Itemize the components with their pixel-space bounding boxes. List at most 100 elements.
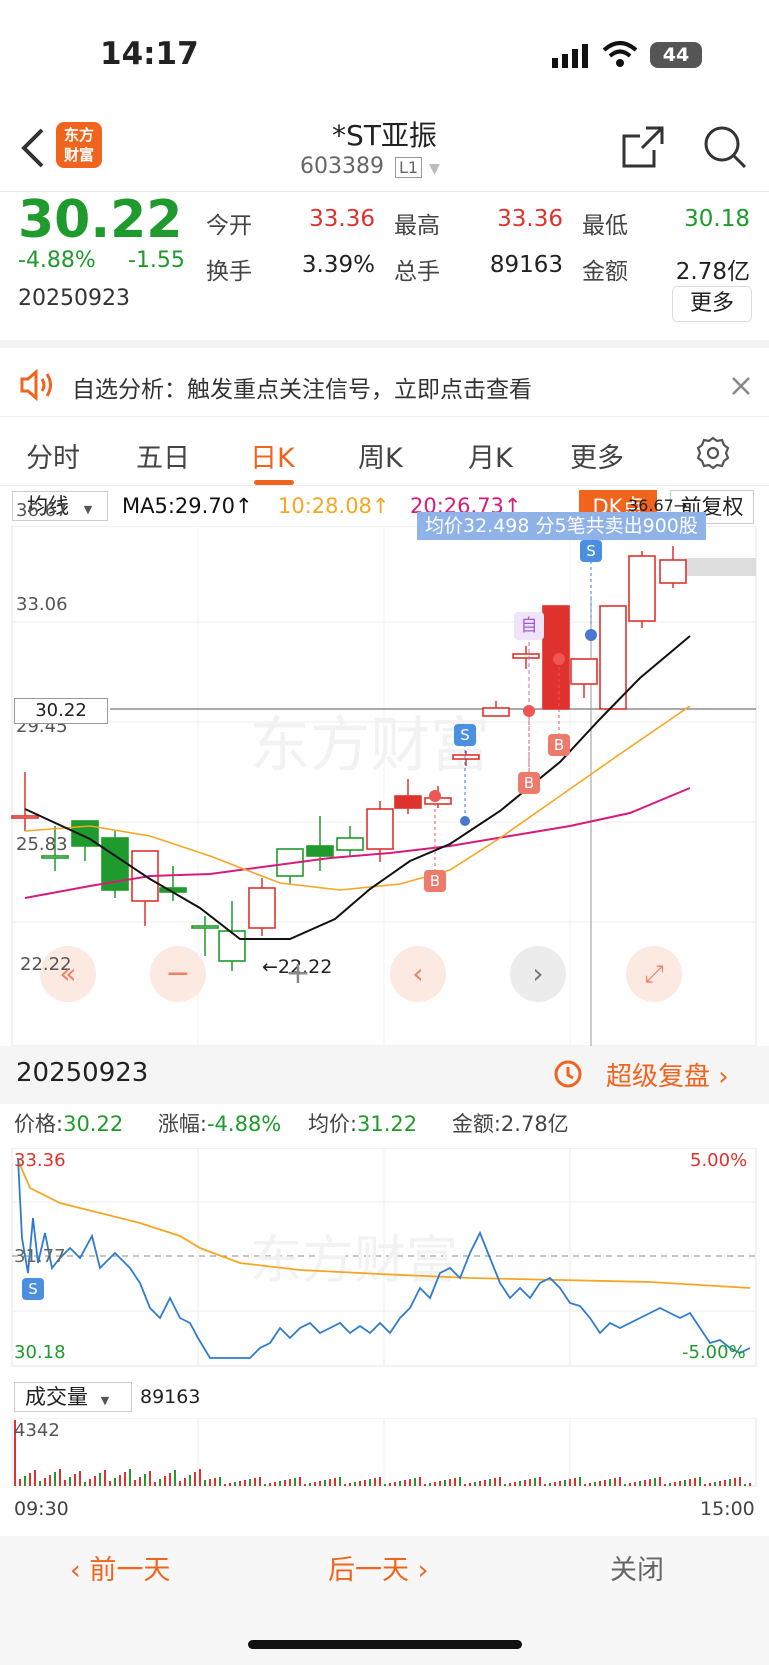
dropdown-icon: ▼ [100,1394,110,1407]
signal-s-top: S [580,540,602,562]
bottom-bar: ‹ 前一天 后一天 › 关闭 [0,1536,769,1665]
volume-bar [669,1483,671,1486]
search-icon[interactable] [702,124,748,170]
pct-label: 涨幅: [157,1112,207,1136]
volume-bar [134,1480,136,1486]
ma10-label: 10:28.08↑ [278,494,390,518]
tab-monthk[interactable]: 月K [468,436,513,475]
more-button[interactable]: 更多 [672,286,752,322]
volume-bar [694,1478,696,1486]
status-bar: 14:17 44 [0,0,769,110]
day-detail-panel: 20250923 超级复盘 › 价格:30.22 涨幅:-4.88% 均价:31… [0,1046,769,1536]
quote-panel: 30.22 -4.88% -1.55 20250923 今开 33.36 最高 … [0,190,769,348]
candle-body [366,808,394,850]
volume-bar [319,1481,321,1486]
volume-bar [34,1470,36,1486]
volume-bar [524,1480,526,1486]
volume-bar [419,1477,421,1486]
tab-dayk[interactable]: 日K [250,436,295,475]
logo-line2: 财富 [63,146,94,164]
stock-code-row[interactable]: 603389 L1 ▼ [300,154,470,179]
status-time: 14:17 [100,36,199,72]
volume-bar [149,1471,151,1486]
app-logo: 东方 财富 [56,122,102,168]
share-icon[interactable] [620,124,666,170]
close-icon[interactable] [730,375,752,397]
volume-bar [719,1481,721,1486]
volume-bar [689,1479,691,1486]
volume-bar [249,1479,251,1486]
volume-bar [169,1473,171,1486]
prev-day-button[interactable]: ‹ 前一天 [70,1548,170,1587]
low-value: 30.18 [684,206,750,232]
volume-bar [194,1472,196,1486]
intraday-chart: 东方财富 [11,1148,757,1367]
zoom-in-icon[interactable]: + [270,946,326,1002]
volume-bar [664,1484,666,1486]
volume-bar [399,1481,401,1486]
wifi-icon [602,40,638,70]
back-icon[interactable] [18,126,48,170]
prev-icon[interactable]: ‹ [390,946,446,1002]
volume-bar [244,1480,246,1486]
volume-bar [389,1483,391,1486]
volume-bar [624,1484,626,1486]
signal-b-2: B [518,772,540,794]
stock-header: 东方 财富 *ST亚振 603389 L1 ▼ [0,110,769,192]
change-pct: -4.88% [18,248,96,273]
volume-bar [159,1479,161,1486]
quote-date: 20250923 [18,286,130,311]
volume-bars [14,1420,751,1486]
volume-bar [289,1479,291,1486]
volume-bar [54,1472,56,1486]
tab-wuri[interactable]: 五日 [136,436,190,475]
volume-bar [254,1478,256,1486]
price-value: 30.22 [63,1112,124,1136]
fast-back-icon[interactable]: « [40,946,96,1002]
super-replay-link[interactable]: 超级复盘 › [606,1056,729,1093]
volume-bar [64,1480,66,1486]
change-amount: -1.55 [128,248,185,273]
volume-bar [504,1484,506,1486]
intraday-y-high: 33.36 [14,1150,66,1171]
volume-bar [489,1479,491,1486]
tab-more[interactable]: 更多 [570,436,624,475]
volume-total: 89163 [140,1386,201,1408]
volume-bar [174,1470,176,1486]
signal-s-mid: S [454,724,476,746]
period-tabs: 分时 五日 日K 周K 月K 更多 [0,418,769,486]
volume-bar [74,1474,76,1486]
tab-weekk[interactable]: 周K [358,436,403,475]
day-stats: 价格:30.22 涨幅:-4.88% 均价:31.22 金额:2.78亿 [14,1108,569,1138]
close-button[interactable]: 关闭 [610,1548,664,1587]
tab-fenshi[interactable]: 分时 [26,436,80,475]
volume-bar [339,1477,341,1486]
volume-bar [449,1479,451,1486]
volume-bar [264,1484,266,1486]
analysis-banner[interactable]: 自选分析：触发重点关注信号，立即点击查看 [0,355,769,417]
candle-body [659,559,687,584]
zoom-out-icon[interactable]: − [150,946,206,1002]
volume-bar [94,1476,96,1486]
next-day-button[interactable]: 后一天 › [328,1548,428,1587]
svg-text:东方财富: 东方财富 [250,1231,458,1291]
intraday-pct-low: -5.00% [682,1342,746,1363]
signal-self: 自 [514,612,544,640]
volume-bar [129,1469,131,1486]
volume-bar [604,1480,606,1486]
gear-icon[interactable] [696,436,730,470]
kline-chart[interactable]: 均线 ▼ MA5:29.70↑ 10:28.08↑ 20:26.73↑ DK点 … [0,486,769,1046]
fullscreen-icon[interactable]: ⤢ [626,946,682,1002]
volume-bar [534,1478,536,1486]
amount-value: 2.78亿 [675,259,750,285]
volume-bar [499,1477,501,1486]
volume-bar [589,1483,591,1486]
volume-bar [39,1481,41,1486]
next-icon[interactable]: › [510,946,566,1002]
prev-day-label: 前一天 [89,1555,171,1586]
volume-bar [444,1480,446,1486]
chevron-left-icon: ‹ [70,1555,90,1586]
volume-bar [99,1473,101,1486]
volume-selector[interactable]: 成交量 ▼ [14,1382,132,1412]
intraday-y-low: 30.18 [14,1342,66,1363]
